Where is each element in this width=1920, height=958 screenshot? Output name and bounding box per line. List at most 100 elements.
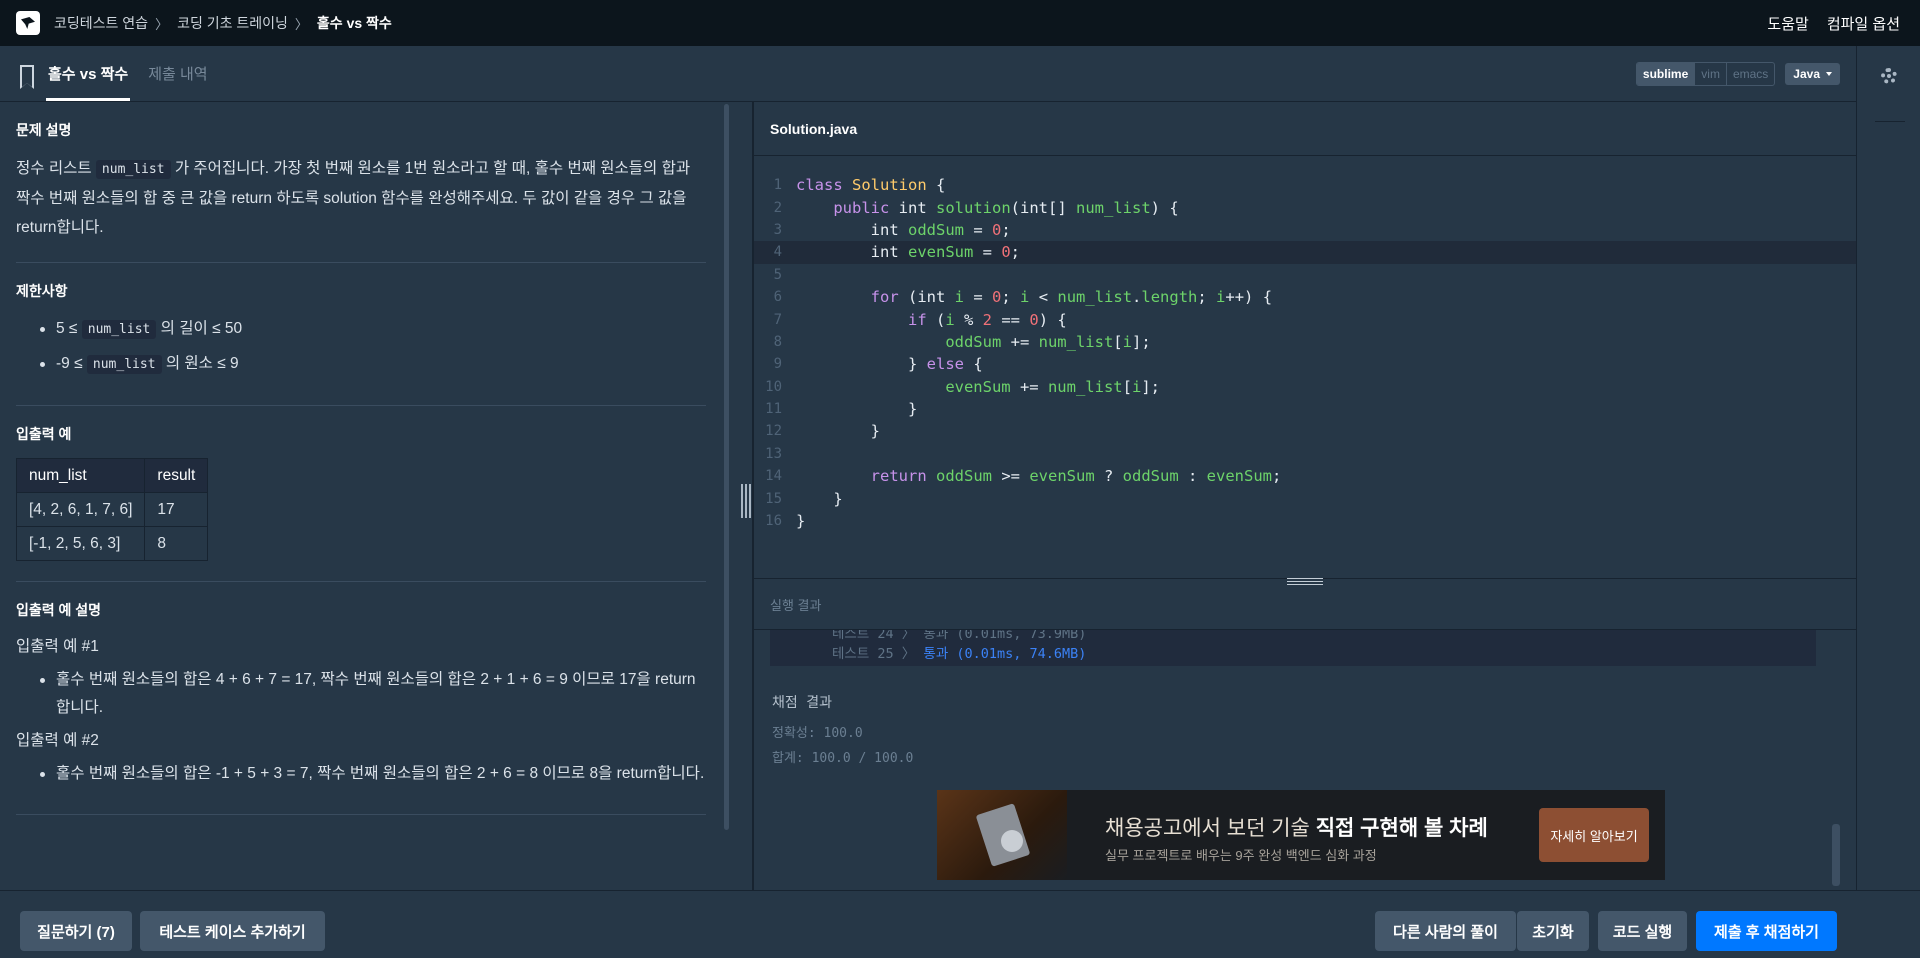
code-line[interactable]: 12 } (754, 420, 1856, 442)
language-label: Java (1793, 66, 1820, 81)
gear-icon[interactable] (1881, 68, 1897, 84)
bookmark-icon[interactable] (20, 65, 34, 89)
example-explanation: 홀수 번째 원소들의 합은 4 + 6 + 7 = 17, 짝수 번째 원소들의… (16, 666, 706, 722)
code-line[interactable]: 11 } (754, 398, 1856, 420)
problem-description-panel: 문제 설명 정수 리스트 num_list 가 주어집니다. 가장 첫 번째 원… (0, 102, 730, 890)
scrollbar[interactable] (724, 104, 729, 830)
text-span: 의 원소 ≤ 9 (161, 355, 239, 372)
editor-mode-group: sublime vim emacs (1635, 61, 1776, 86)
code-line[interactable]: 7 if (i % 2 == 0) { (754, 308, 1856, 330)
horizontal-resize-handle[interactable] (1287, 578, 1323, 588)
breadcrumb-label: 홀수 vs 짝수 (316, 15, 392, 31)
mode-sublime-button[interactable]: sublime (1636, 62, 1695, 85)
vertical-resize-handle[interactable] (740, 484, 752, 518)
chevron-right-icon: 〉 (294, 16, 308, 32)
language-select[interactable]: Java (1785, 62, 1840, 85)
breadcrumb-label: 코딩테스트 연습 (54, 15, 149, 31)
text-span: 채용공고에서 보던 기술 (1105, 817, 1316, 840)
constraint-item: 5 ≤ num_list 의 길이 ≤ 50 (16, 315, 706, 344)
banner-title: 채용공고에서 보던 기술 직접 구현해 볼 차례 (1105, 812, 1488, 842)
help-link[interactable]: 도움말 (1767, 13, 1808, 34)
tab-submissions[interactable]: 제출 내역 (146, 46, 209, 101)
top-navbar: 코딩테스트 연습 〉 코딩 기초 트레이닝 〉 홀수 vs 짝수 도움말 컴파일 옵… (0, 0, 1920, 46)
text-span-bold: 직접 구현해 볼 차례 (1315, 817, 1488, 840)
table-cell: 8 (144, 526, 209, 561)
code-line[interactable]: 9 } else { (754, 353, 1856, 375)
code-line[interactable]: 6 for (int i = 0; i < num_list.length; i… (754, 286, 1856, 308)
code-line-active[interactable]: 4 int evenSum = 0; (754, 241, 1856, 264)
reset-button[interactable]: 초기화 (1517, 911, 1589, 951)
test-pass-status: 통과 (0.01ms, 74.6MB) (923, 646, 1087, 662)
line-number: 13 (765, 445, 782, 462)
table-cell: [4, 2, 6, 1, 7, 6] (15, 492, 146, 527)
line-number: 6 (773, 289, 782, 306)
code-line[interactable]: 15 } (754, 487, 1856, 509)
line-number: 8 (773, 333, 782, 350)
breadcrumb-item-1[interactable]: 코딩테스트 연습 〉 (54, 13, 177, 33)
mode-vim-button[interactable]: vim (1694, 62, 1726, 85)
code-line[interactable]: 13 (754, 443, 1856, 465)
code-editor[interactable]: 1 class Solution { 2 public int solution(… (754, 174, 1856, 532)
submit-button[interactable]: 제출 후 채점하기 (1696, 911, 1837, 951)
breadcrumb-item-2[interactable]: 코딩 기초 트레이닝 〉 (177, 13, 317, 33)
programmers-logo-icon[interactable] (16, 11, 40, 35)
line-number: 5 (773, 266, 782, 283)
table-cell: [-1, 2, 5, 6, 3] (15, 526, 146, 561)
section-title: 입출력 예 설명 (16, 602, 102, 618)
breadcrumb-current: 홀수 vs 짝수 (317, 13, 392, 33)
learn-more-button[interactable]: 자세히 알아보기 (1539, 808, 1649, 862)
code-line[interactable]: 2 public int solution(int[] num_list) { (754, 196, 1856, 218)
test-label: 테스트 25 〉 (832, 646, 916, 662)
code-line[interactable]: 5 (754, 264, 1856, 286)
add-testcase-button[interactable]: 테스트 케이스 추가하기 (140, 911, 325, 951)
chevron-right-icon: 〉 (155, 16, 169, 32)
scrollbar[interactable] (1832, 824, 1840, 886)
ad-banner[interactable]: 채용공고에서 보던 기술 직접 구현해 볼 차례 실무 프로젝트로 배우는 9주… (937, 790, 1665, 880)
others-solution-button[interactable]: 다른 사람의 풀이 (1375, 911, 1516, 951)
test-result-line: 테스트 25 〉 통과 (0.01ms, 74.6MB) (832, 642, 1086, 662)
column-header: result (144, 458, 209, 493)
test-result-line: 테스트 24 〉 통과 (0.01ms, 73.9MB) (832, 630, 1087, 642)
tab-label: 홀수 vs 짝수 (48, 66, 129, 83)
total-score: 합계: 100.0 / 100.0 (772, 751, 914, 766)
io-example-table: num_list result [4, 2, 6, 1, 7, 6] 17 [-… (15, 458, 209, 561)
inline-code: num_list (95, 160, 171, 179)
settings-strip (1856, 46, 1920, 890)
line-number: 4 (773, 244, 782, 261)
compile-options-link[interactable]: 컴파일 옵션 (1827, 13, 1900, 34)
file-name-label: Solution.java (770, 120, 858, 137)
code-line[interactable]: 3 int oddSum = 0; (754, 219, 1856, 241)
io-example-section: 입출력 예 num_list result [4, 2, 6, 1, 7, 6]… (15, 406, 706, 582)
file-name: Solution.java (754, 102, 1856, 156)
tab-label: 제출 내역 (148, 66, 208, 83)
code-line[interactable]: 16} (754, 510, 1856, 532)
code-line[interactable]: 10 evenSum += num_list[i]; (754, 376, 1856, 398)
line-number: 12 (765, 423, 782, 440)
ask-question-button[interactable]: 질문하기 (7) (20, 911, 132, 951)
code-line[interactable]: 8 oddSum += num_list[i]; (754, 331, 1856, 353)
bottom-action-bar: 질문하기 (7) 테스트 케이스 추가하기 다른 사람의 풀이 초기화 코드 실… (0, 890, 1920, 958)
code-line[interactable]: 14 return oddSum >= evenSum ? oddSum : e… (754, 465, 1856, 487)
constraint-item: -9 ≤ num_list 의 원소 ≤ 9 (16, 350, 706, 379)
line-number: 3 (773, 221, 782, 238)
mode-emacs-button[interactable]: emacs (1725, 62, 1774, 85)
example-title: 입출력 예 #2 (16, 732, 99, 749)
table-row: [-1, 2, 5, 6, 3] 8 (15, 526, 209, 561)
section-title: 문제 설명 (16, 122, 72, 138)
description-section: 문제 설명 정수 리스트 num_list 가 주어집니다. 가장 첫 번째 원… (16, 102, 706, 263)
table-cell: 17 (144, 492, 209, 527)
breadcrumb-label: 코딩 기초 트레이닝 (177, 15, 288, 31)
line-number: 7 (773, 311, 782, 328)
results-title: 실행 결과 (770, 597, 822, 613)
test-results-list: 테스트 24 〉 통과 (0.01ms, 73.9MB) 테스트 25 〉 통과… (770, 630, 1816, 666)
line-number: 15 (765, 490, 782, 507)
column-header: num_list (15, 458, 146, 493)
section-title: 입출력 예 (16, 426, 72, 442)
run-code-button[interactable]: 코드 실행 (1598, 911, 1687, 951)
tab-problem[interactable]: 홀수 vs 짝수 (46, 46, 131, 101)
code-line[interactable]: 1 class Solution { (754, 174, 1856, 196)
line-number: 14 (765, 468, 782, 485)
io-explanation-section: 입출력 예 설명 입출력 예 #1 홀수 번째 원소들의 합은 4 + 6 + … (16, 582, 706, 815)
tab-bar: 홀수 vs 짝수 제출 내역 sublime vim emacs Java (0, 46, 1856, 102)
section-title: 제한사항 (16, 283, 68, 299)
